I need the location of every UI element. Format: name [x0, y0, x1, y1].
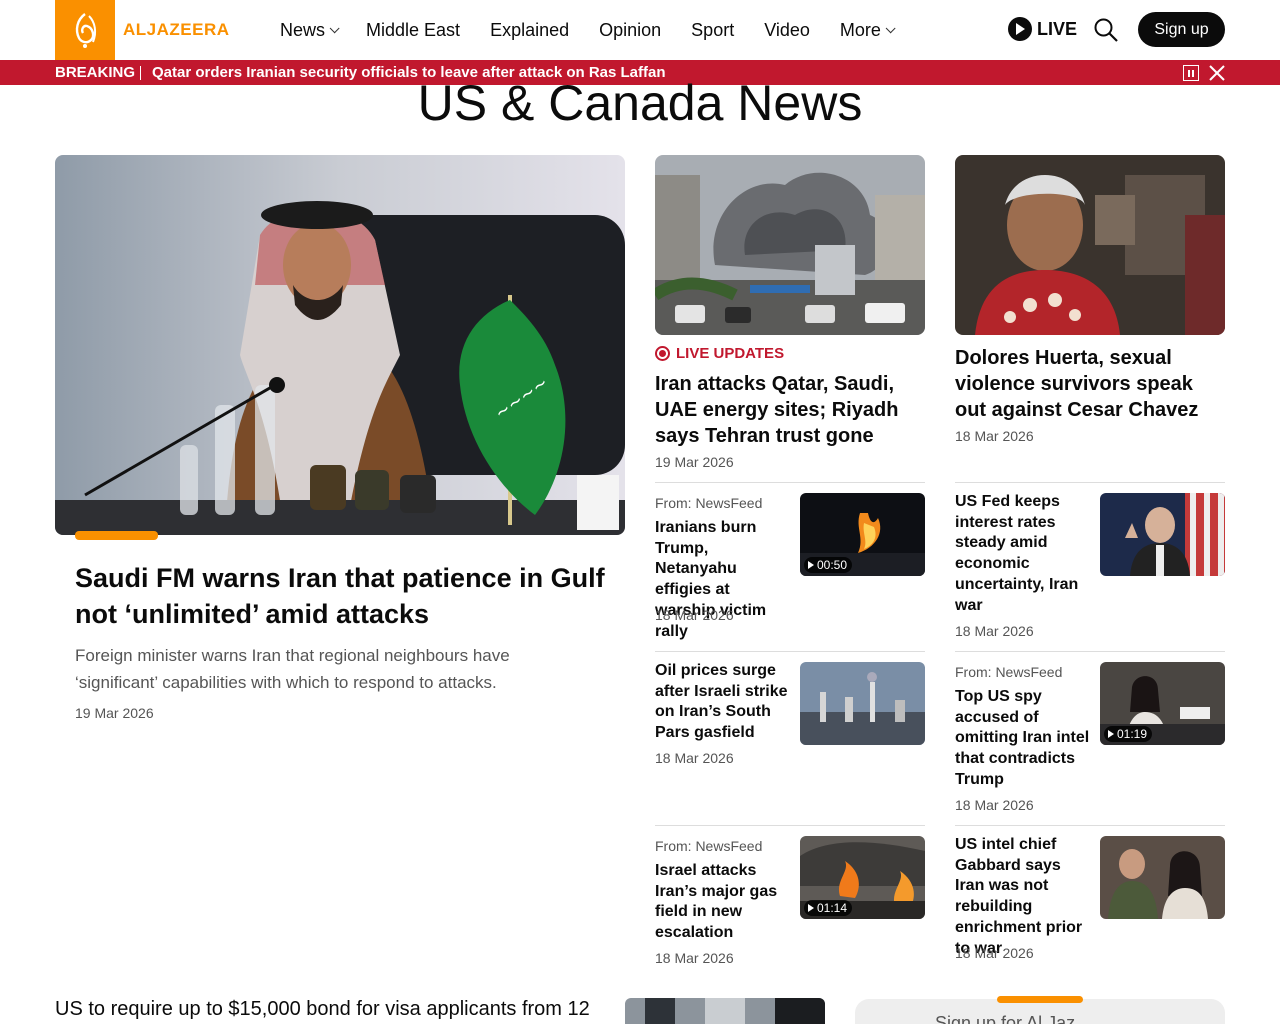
huerta-headline[interactable]: Dolores Huerta, sexual violence survivor… — [955, 345, 1225, 423]
list-divider — [955, 651, 1225, 652]
list-item-headline[interactable]: Oil prices surge after Israeli strike on… — [655, 661, 790, 744]
play-icon — [808, 904, 814, 912]
list-item-source: From: NewsFeed — [655, 495, 763, 511]
play-icon — [808, 561, 814, 569]
live-updates-headline[interactable]: Iran attacks Qatar, Saudi, UAE energy si… — [655, 371, 925, 449]
chevron-down-icon — [885, 22, 896, 33]
list-item-headline[interactable]: US intel chief Gabbard says Iran was not… — [955, 835, 1090, 959]
nav-item-opinion[interactable]: Opinion — [599, 20, 661, 41]
video-duration-badge: 01:19 — [1104, 726, 1153, 742]
list-divider — [655, 482, 925, 483]
nav-label: Opinion — [599, 19, 662, 40]
bottom-image[interactable] — [625, 998, 825, 1024]
search-icon[interactable] — [1093, 17, 1119, 43]
list-divider — [955, 825, 1225, 826]
huerta-image[interactable] — [955, 155, 1225, 335]
list-item-date: 18 Mar 2026 — [655, 950, 734, 966]
newsletter-heading: Sign up for Al Jaz — [935, 1013, 1076, 1024]
nav-item-middle-east[interactable]: Middle East — [366, 20, 460, 41]
live-updates-tag: LIVE UPDATES — [655, 345, 784, 362]
list-item-thumbnail[interactable] — [800, 662, 925, 745]
live-updates-date: 19 Mar 2026 — [655, 454, 734, 470]
video-duration-badge: 00:50 — [804, 557, 853, 573]
nav-label: Middle East — [366, 19, 461, 40]
live-label: LIVE — [1037, 18, 1078, 39]
video-duration: 01:14 — [817, 901, 848, 915]
nav-item-news[interactable]: News — [280, 19, 340, 41]
signup-button[interactable]: Sign up — [1138, 12, 1225, 47]
list-item-date: 18 Mar 2026 — [955, 623, 1034, 639]
play-icon — [1008, 17, 1032, 41]
site-logo[interactable]: ALJAZEERA — [55, 0, 230, 60]
list-item-headline[interactable]: US Fed keeps interest rates steady amid … — [955, 492, 1090, 616]
nav-label: More — [839, 19, 881, 40]
list-item-date: 18 Mar 2026 — [955, 797, 1034, 813]
hero-headline[interactable]: Saudi FM warns Iran that patience in Gul… — [75, 560, 605, 632]
list-item-thumbnail[interactable] — [1100, 493, 1225, 576]
list-item-headline[interactable]: Israel attacks Iran’s major gas field in… — [655, 861, 790, 944]
live-updates-image[interactable] — [655, 155, 925, 335]
live-button[interactable]: LIVE — [1008, 17, 1077, 41]
live-dot-icon — [655, 346, 670, 361]
list-item-headline[interactable]: Top US spy accused of omitting Iran inte… — [955, 687, 1090, 791]
video-duration: 01:19 — [1117, 727, 1148, 741]
nav-label: Explained — [490, 19, 570, 40]
nav-label: Sport — [691, 19, 735, 40]
logo-emblem-icon — [55, 0, 115, 60]
list-item-headline[interactable]: Iranians burn Trump, Netanyahu effigies … — [655, 518, 790, 642]
list-item-date: 18 Mar 2026 — [955, 945, 1034, 961]
hero-accent-bar — [75, 531, 158, 540]
bottom-headline[interactable]: US to require up to $15,000 bond for vis… — [55, 998, 590, 1021]
list-divider — [655, 825, 925, 826]
list-item-thumbnail[interactable] — [1100, 836, 1225, 919]
brand-name: ALJAZEERA — [123, 20, 230, 39]
hero-summary: Foreign minister warns Iran that regiona… — [75, 646, 510, 692]
hero-date: 19 Mar 2026 — [75, 705, 154, 721]
list-item-date: 18 Mar 2026 — [655, 607, 734, 623]
nav-item-more[interactable]: More — [839, 19, 896, 41]
nav-label: News — [280, 19, 326, 40]
list-item-date: 18 Mar 2026 — [655, 750, 734, 766]
chevron-down-icon — [329, 22, 340, 33]
list-item-thumbnail[interactable]: 00:50 — [800, 493, 925, 576]
video-duration-badge: 01:14 — [804, 900, 853, 916]
video-duration: 00:50 — [817, 558, 848, 572]
live-updates-label: LIVE UPDATES — [676, 345, 785, 362]
nav-label: Video — [764, 19, 810, 40]
huerta-date: 18 Mar 2026 — [955, 428, 1034, 444]
newsletter-accent-bar — [997, 996, 1083, 1003]
list-item-thumbnail[interactable]: 01:14 — [800, 836, 925, 919]
list-item-source: From: NewsFeed — [955, 664, 1063, 680]
list-item-source: From: NewsFeed — [655, 838, 763, 854]
list-divider — [655, 651, 925, 652]
main-nav: News Middle East Explained Opinion Sport… — [280, 0, 922, 60]
list-divider — [955, 482, 1225, 483]
hero-image[interactable]: ~~~~ — [55, 155, 625, 535]
nav-item-sport[interactable]: Sport — [691, 20, 734, 41]
play-icon — [1108, 730, 1114, 738]
page-title: US & Canada News — [417, 75, 863, 131]
nav-item-explained[interactable]: Explained — [490, 20, 569, 41]
nav-item-video[interactable]: Video — [764, 20, 810, 41]
site-header: ALJAZEERA News Middle East Explained Opi… — [0, 0, 1280, 60]
list-item-thumbnail[interactable]: 01:19 — [1100, 662, 1225, 745]
